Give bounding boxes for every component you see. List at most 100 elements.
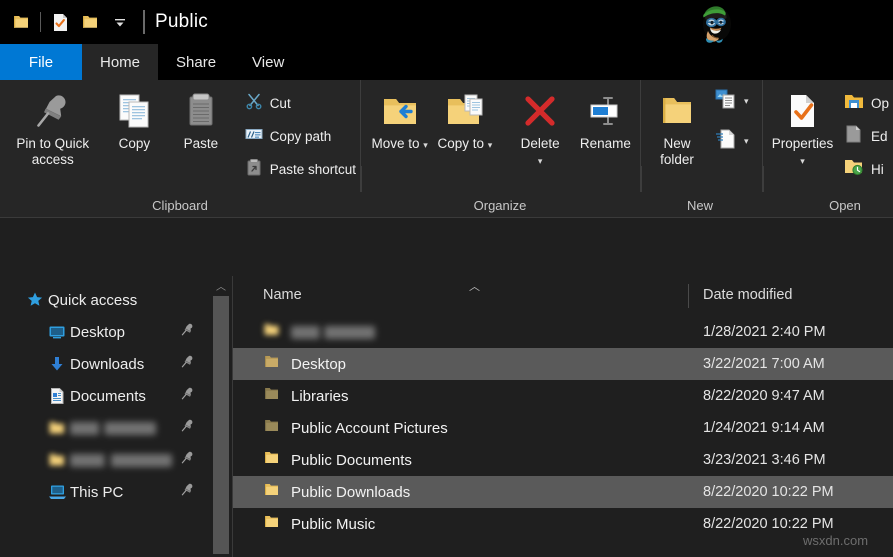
ribbon-group-open: Properties ▾ Op <box>762 80 893 192</box>
sidebar-item-this-pc[interactable]: This PC <box>0 476 210 508</box>
pin-icon[interactable] <box>180 482 195 502</box>
title-bar: Public <box>0 0 893 44</box>
table-row[interactable]: Desktop 3/22/2021 7:00 AM <box>233 348 893 380</box>
file-name <box>291 326 375 339</box>
qat-customize-icon[interactable] <box>105 7 135 37</box>
sidebar-item-desktop[interactable]: Desktop <box>0 316 210 348</box>
copy-button[interactable]: Copy <box>102 80 168 152</box>
column-header-name[interactable]: Name <box>263 287 302 303</box>
sidebar-item-label <box>70 422 156 435</box>
tab-view[interactable]: View <box>234 44 302 80</box>
sidebar-item-redacted-2[interactable] <box>0 444 210 476</box>
documents-icon <box>44 387 70 405</box>
scrollbar-thumb[interactable] <box>213 296 229 554</box>
pin-icon[interactable] <box>180 450 195 470</box>
ribbon: Pin to Quick access Copy <box>0 80 893 218</box>
paste-shortcut-button[interactable]: Paste shortcut <box>241 156 360 182</box>
copy-path-button[interactable]: Copy path <box>241 123 360 149</box>
table-row[interactable]: Public Documents 3/23/2021 3:46 PM <box>233 444 893 476</box>
open-icon <box>844 92 864 115</box>
paste-button[interactable]: Paste <box>167 80 235 152</box>
tab-share[interactable]: Share <box>158 44 234 80</box>
chevron-down-icon: ▾ <box>423 140 428 150</box>
qat-folder-icon[interactable] <box>6 7 36 37</box>
quick-access-toolbar <box>0 7 135 37</box>
history-button[interactable]: Hi <box>840 156 893 182</box>
delete-button[interactable]: Delete ▾ <box>510 80 571 168</box>
tab-file[interactable]: File <box>0 44 82 80</box>
history-icon <box>844 158 864 181</box>
open-button[interactable]: Op <box>840 90 893 116</box>
file-name: Public Downloads <box>291 484 410 501</box>
file-name: Public Music <box>291 516 375 533</box>
file-date-modified: 1/24/2021 9:14 AM <box>703 420 825 436</box>
table-row[interactable]: Public Downloads 8/22/2020 10:22 PM <box>233 476 893 508</box>
sort-ascending-icon: ︿ <box>469 278 480 294</box>
pin-icon[interactable] <box>180 354 195 374</box>
easy-access-button[interactable]: ▾ <box>711 128 753 154</box>
ribbon-group-clipboard: Pin to Quick access Copy <box>0 80 360 192</box>
group-label-open: Open <box>800 198 890 213</box>
rename-button[interactable]: Rename <box>571 80 640 152</box>
properties-button[interactable]: Properties ▾ <box>765 80 840 168</box>
edit-button[interactable]: Ed <box>840 123 893 149</box>
edit-icon <box>844 125 864 148</box>
properties-label: Properties ▾ <box>772 136 834 168</box>
table-row[interactable]: Public Account Pictures 1/24/2021 9:14 A… <box>233 412 893 444</box>
column-headers: ︿ Name Date modified <box>233 276 893 316</box>
chevron-down-icon: ▾ <box>744 97 749 105</box>
table-row[interactable]: Libraries 8/22/2020 9:47 AM <box>233 380 893 412</box>
qat-divider <box>40 12 41 32</box>
sidebar-item-documents[interactable]: Documents <box>0 380 210 412</box>
clipboard-small-buttons: Cut Copy path <box>241 80 360 182</box>
tab-home[interactable]: Home <box>82 44 158 80</box>
download-icon <box>44 355 70 373</box>
file-list-pane: ︿ Name Date modified 1/28/2021 2:40 PM D… <box>233 276 893 557</box>
address-bar: ← → ⌄ ↑ « Users ❯ Public ❯ ⌄ ↻ Search Pu… <box>0 218 893 276</box>
avatar[interactable] <box>690 2 744 46</box>
copy-icon <box>113 88 155 134</box>
pin-to-quick-access-button[interactable]: Pin to Quick access <box>4 80 102 168</box>
file-date-modified: 3/23/2021 3:46 PM <box>703 452 826 468</box>
ribbon-group-new: Newfolder ▾ <box>640 80 762 192</box>
sidebar-item-label: Documents <box>70 388 146 405</box>
new-item-button[interactable]: ▾ <box>711 88 753 114</box>
copy-path-icon <box>245 125 263 148</box>
easy-access-icon <box>715 129 737 154</box>
copy-to-button[interactable]: Copy to ▾ <box>432 80 497 152</box>
pin-icon <box>32 88 74 134</box>
sidebar-item-downloads[interactable]: Downloads <box>0 348 210 380</box>
file-date-modified: 8/22/2020 10:22 PM <box>703 484 834 500</box>
file-name: Public Account Pictures <box>291 420 448 437</box>
file-name: Desktop <box>291 356 346 373</box>
ribbon-group-labels: Clipboard Organize New Open <box>0 192 893 218</box>
new-folder-button[interactable]: Newfolder <box>643 80 711 168</box>
scroll-up-button[interactable]: ︿ <box>210 276 232 294</box>
folder-icon <box>263 353 280 375</box>
sidebar-item-label: This PC <box>70 484 123 501</box>
move-to-button[interactable]: Move to ▾ <box>367 80 432 152</box>
sidebar-item-redacted-1[interactable] <box>0 412 210 444</box>
sidebar-item-label: Desktop <box>70 324 125 341</box>
new-folder-label: Newfolder <box>660 136 694 168</box>
history-label: Hi <box>871 162 884 177</box>
column-header-date-modified[interactable]: Date modified <box>703 287 792 303</box>
pin-icon[interactable] <box>180 386 195 406</box>
folder-icon <box>263 385 280 407</box>
pin-icon[interactable] <box>180 322 195 342</box>
table-row[interactable]: 1/28/2021 2:40 PM <box>233 316 893 348</box>
sidebar-item-label: Quick access <box>48 292 137 309</box>
sidebar-item-quick-access[interactable]: Quick access <box>0 284 210 316</box>
pin-to-quick-access-label: Pin to Quick access <box>4 136 102 168</box>
cut-button[interactable]: Cut <box>241 90 360 116</box>
folder-icon <box>44 419 70 437</box>
qat-new-folder-icon[interactable] <box>75 7 105 37</box>
paste-shortcut-label: Paste shortcut <box>270 162 356 177</box>
group-label-organize: Organize <box>420 198 580 213</box>
qat-properties-icon[interactable] <box>45 7 75 37</box>
move-to-label: Move to ▾ <box>371 136 427 152</box>
folder-icon <box>263 321 280 343</box>
folder-icon <box>263 513 280 535</box>
pin-icon[interactable] <box>180 418 195 438</box>
table-row[interactable]: Public Music 8/22/2020 10:22 PM <box>233 508 893 540</box>
